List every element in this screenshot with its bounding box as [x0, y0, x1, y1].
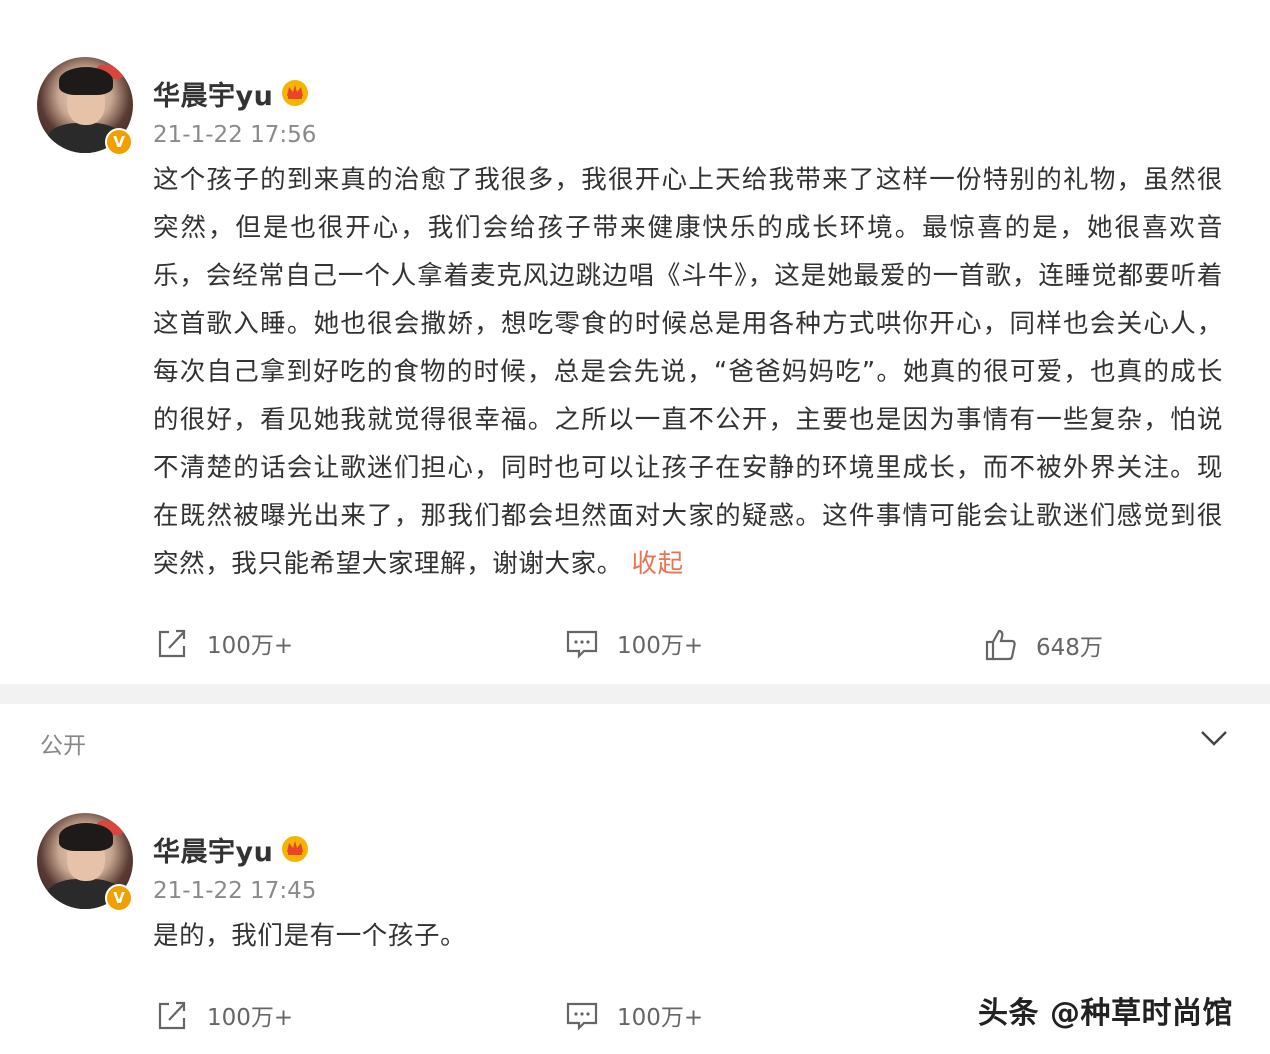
vip-crown-icon [282, 80, 308, 106]
vip-crown-icon [282, 836, 308, 862]
like-count: 648万 [1036, 635, 1103, 661]
visibility-label: 公开 [40, 733, 86, 759]
post-body: 这个孩子的到来真的治愈了我很多，我很开心上天给我带来了这样一份特别的礼物，虽然很… [153, 156, 1223, 588]
like-button[interactable]: 648万 [984, 628, 1103, 662]
post-body-text: 是的，我们是有一个孩子。 [153, 921, 467, 951]
repost-count: 100万+ [207, 633, 294, 659]
post-body-text: 这个孩子的到来真的治愈了我很多，我很开心上天给我带来了这样一份特别的礼物，虽然很… [153, 165, 1223, 579]
verified-badge-icon: V [105, 128, 133, 156]
thumbs-up-icon [985, 629, 1016, 661]
comment-button[interactable]: 100万+ [565, 626, 703, 660]
post-timestamp[interactable]: 21-1-22 17:45 [153, 878, 316, 904]
verified-badge-icon: V [105, 884, 133, 912]
repost-count: 100万+ [207, 1005, 294, 1031]
weibo-post-1: V 华晨宇yu 21-1-22 17:56 这个孩子的到来真的治愈了我很多，我很… [0, 0, 1270, 684]
comment-button[interactable]: 100万+ [565, 998, 703, 1032]
repost-button[interactable]: 100万+ [155, 998, 293, 1032]
comment-icon [566, 630, 598, 659]
avatar-detail [59, 823, 113, 851]
comment-count: 100万+ [617, 1005, 704, 1031]
username[interactable]: 华晨宇yu [153, 830, 273, 869]
repost-icon [158, 1001, 186, 1030]
username[interactable]: 华晨宇yu [153, 74, 273, 113]
collapse-link[interactable]: 收起 [632, 549, 684, 579]
watermark: 头条 @种草时尚馆 [978, 996, 1233, 1031]
avatar-detail [59, 67, 113, 95]
post-timestamp[interactable]: 21-1-22 17:56 [153, 122, 316, 148]
chevron-down-icon[interactable] [1198, 726, 1230, 750]
comment-icon [566, 1002, 598, 1031]
repost-icon [158, 629, 186, 658]
comment-count: 100万+ [617, 633, 704, 659]
repost-button[interactable]: 100万+ [155, 626, 293, 660]
section-divider [0, 684, 1270, 704]
